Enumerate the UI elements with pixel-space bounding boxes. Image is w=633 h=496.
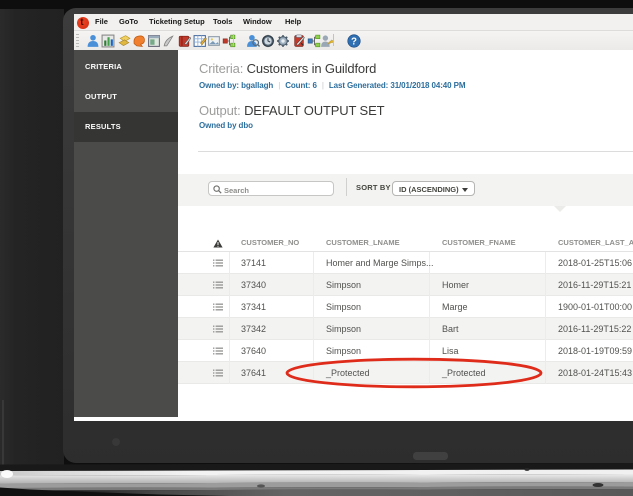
svg-text:?: ?	[351, 36, 357, 47]
